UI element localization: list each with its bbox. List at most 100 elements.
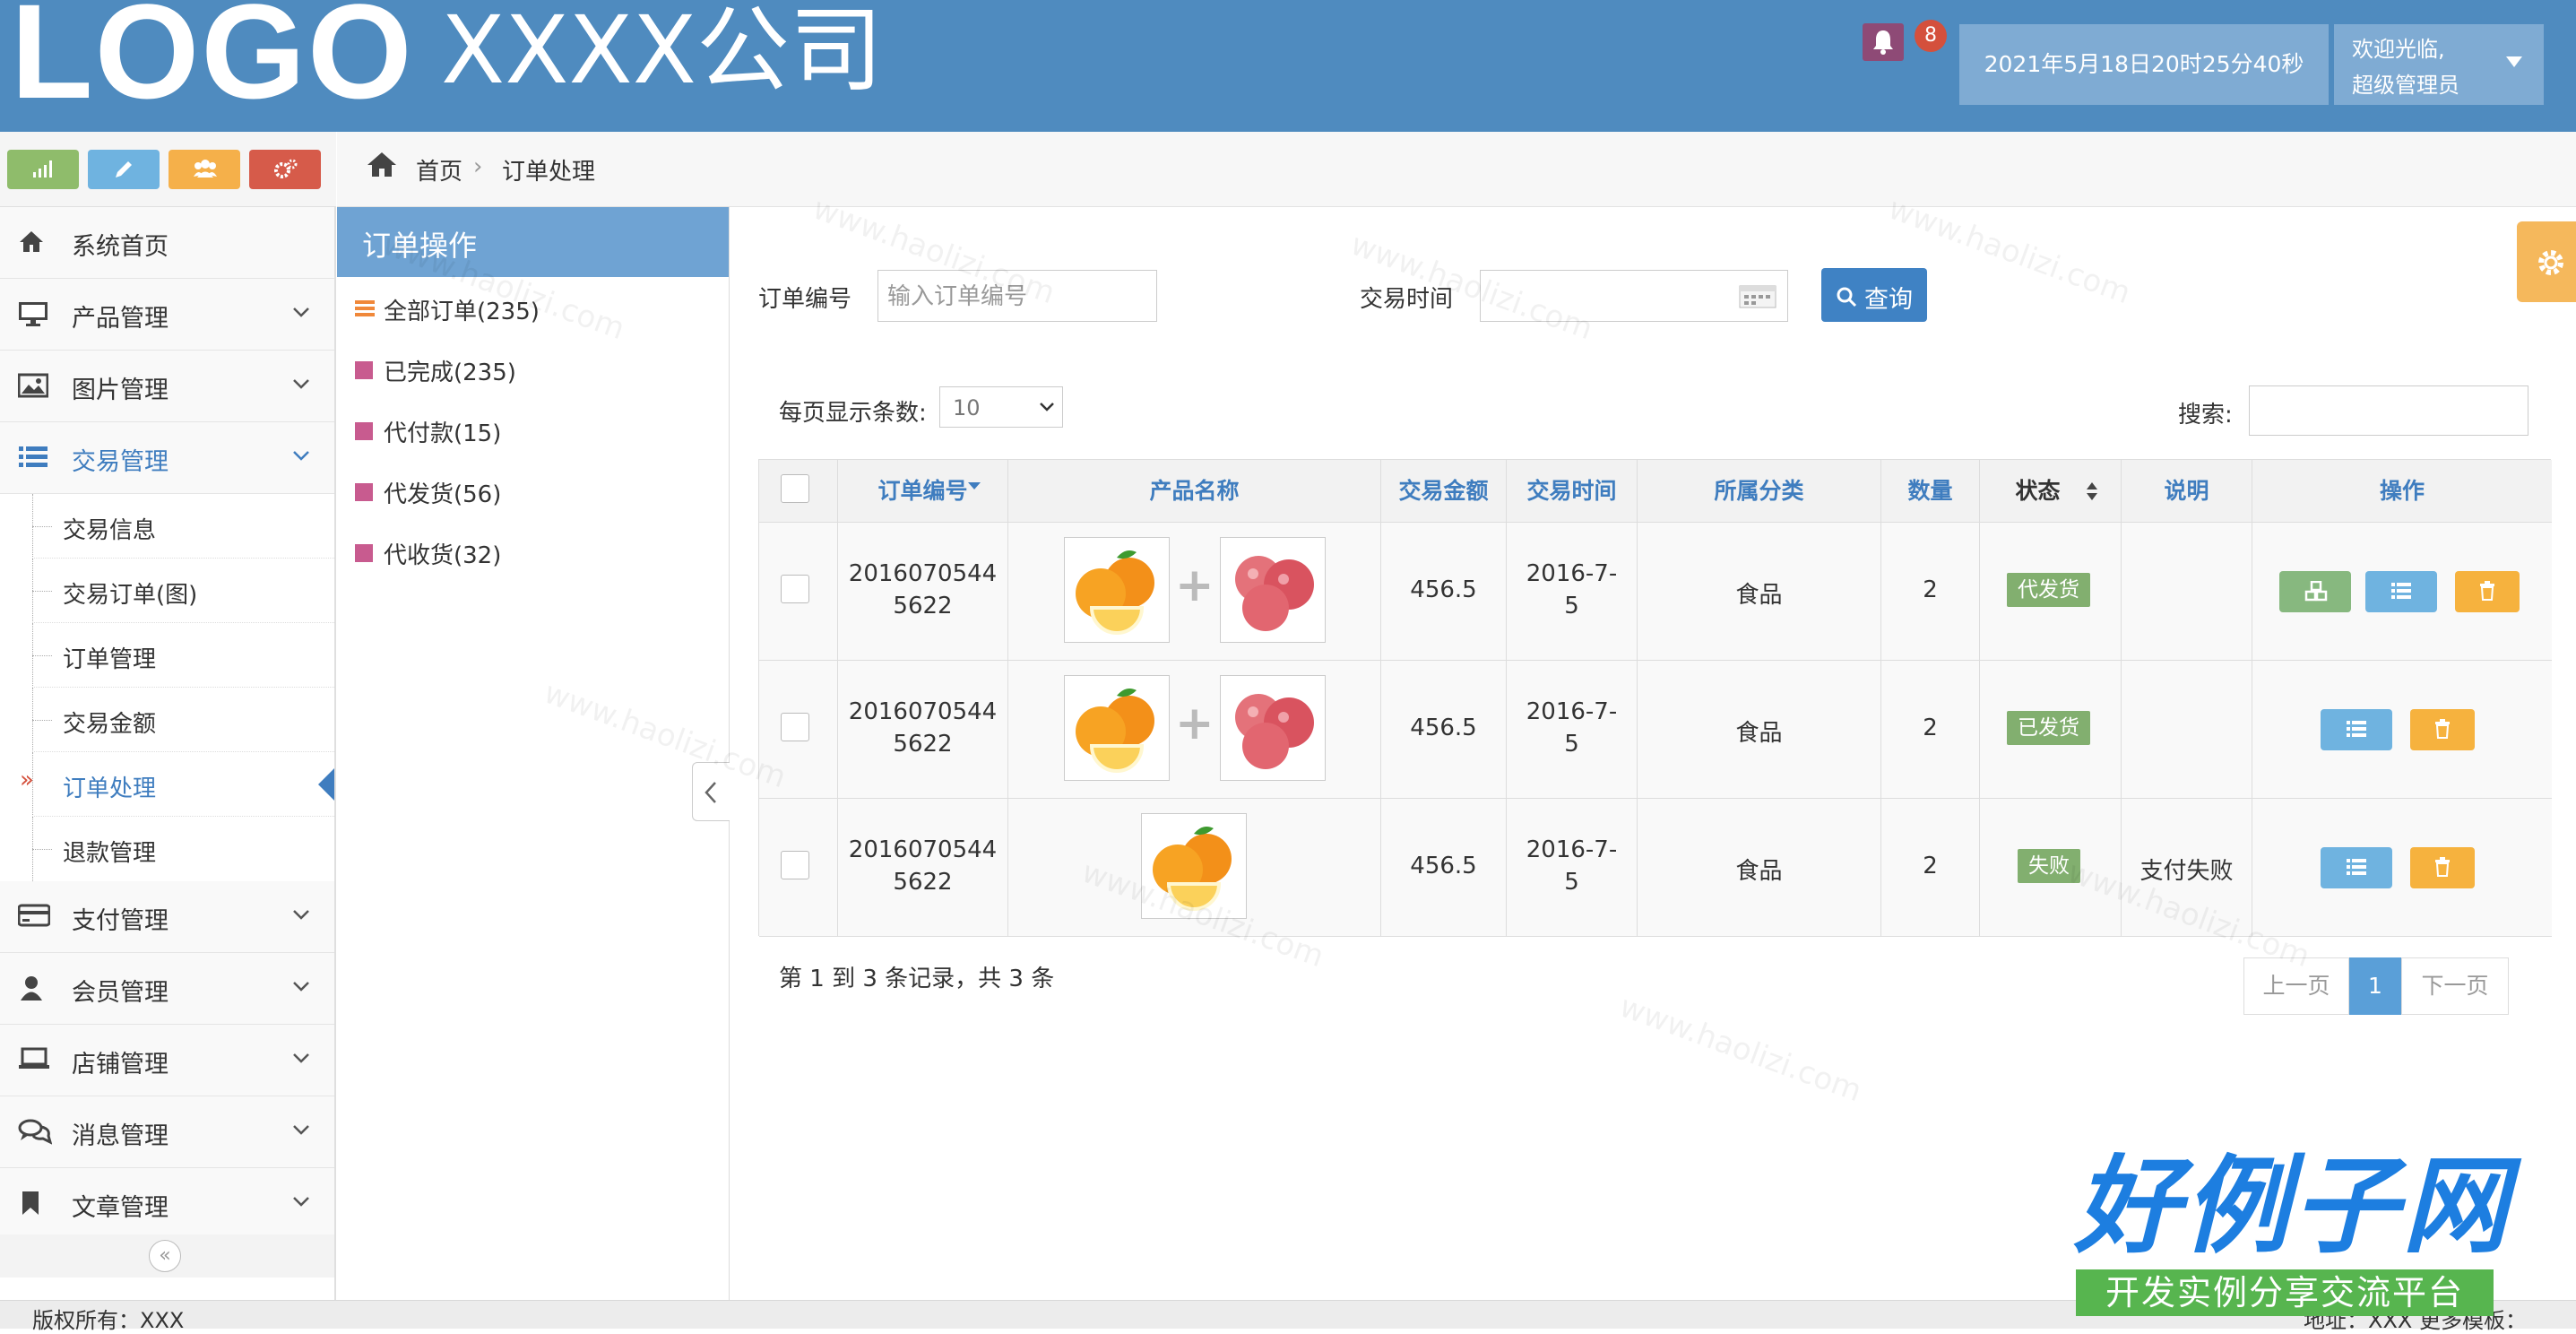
- submenu-item-trade-amount[interactable]: 交易金额: [0, 688, 334, 752]
- quantity-cell: 2: [1923, 715, 1938, 741]
- shortcut-bar: [0, 132, 336, 207]
- order-filter-label: 全部订单(235): [384, 299, 540, 325]
- submenu-item-refund-management[interactable]: 退款管理: [0, 817, 334, 881]
- edit-shortcut-button[interactable]: [88, 150, 160, 189]
- users-shortcut-button[interactable]: [169, 150, 240, 189]
- chevron-down-icon: [293, 1197, 309, 1207]
- square-icon: [355, 544, 373, 562]
- sidebar-item-home[interactable]: 系统首页: [0, 207, 334, 279]
- time-cell: 2016-7- 5: [1507, 523, 1638, 661]
- breadcrumb-home-link[interactable]: 首页: [416, 153, 462, 186]
- submenu-item-label: 交易信息: [63, 517, 157, 544]
- sidebar-item-stores[interactable]: 店铺管理: [0, 1025, 334, 1096]
- column-header-status[interactable]: 状态: [1980, 460, 2122, 523]
- details-button[interactable]: [2365, 571, 2437, 612]
- row-checkbox[interactable]: [781, 713, 809, 741]
- order-number-input[interactable]: 输入订单编号: [877, 270, 1157, 322]
- details-button[interactable]: [2321, 709, 2392, 750]
- panel-collapse-button[interactable]: [692, 762, 730, 821]
- time-line2: 5: [1564, 869, 1579, 896]
- column-label: 交易时间: [1526, 478, 1617, 504]
- calendar-icon[interactable]: [1739, 285, 1776, 308]
- laptop-icon: [19, 1047, 49, 1069]
- sidebar-collapse-button[interactable]: «: [149, 1240, 181, 1272]
- apple-product-image[interactable]: [1220, 537, 1326, 643]
- row-checkbox[interactable]: [781, 851, 809, 879]
- column-label: 产品名称: [1149, 478, 1240, 504]
- time-line1: 2016-7-: [1526, 560, 1618, 587]
- sidebar-item-label: 图片管理: [72, 377, 169, 404]
- per-page-select[interactable]: 10: [939, 386, 1063, 428]
- chevron-down-icon: [293, 308, 309, 317]
- users-icon: [194, 160, 217, 178]
- orange-product-image[interactable]: [1064, 675, 1170, 781]
- sidebar-item-payment[interactable]: 支付管理: [0, 881, 334, 953]
- sidebar-item-articles[interactable]: 文章管理: [0, 1168, 334, 1240]
- cogs-icon: [274, 159, 298, 178]
- quantity-cell: 2: [1923, 576, 1938, 603]
- column-label: 说明: [2164, 478, 2209, 504]
- column-label: 所属分类: [1714, 478, 1804, 504]
- prev-page-button[interactable]: 上一页: [2243, 957, 2349, 1015]
- breadcrumb-current: 订单处理: [502, 159, 596, 186]
- submenu-item-label: 交易金额: [63, 711, 157, 738]
- credit-card-icon: [18, 904, 50, 927]
- submenu-item-label: 订单处理: [63, 775, 157, 802]
- settings-shortcut-button[interactable]: [249, 150, 321, 189]
- status-badge: 失败: [2018, 849, 2080, 883]
- apple-product-image[interactable]: [1220, 675, 1326, 781]
- orange-icon: [1153, 827, 1232, 911]
- next-page-button[interactable]: 下一页: [2401, 957, 2509, 1015]
- query-button-label: 查询: [1864, 286, 1913, 314]
- delete-button[interactable]: [2410, 709, 2475, 750]
- trash-icon: [2435, 719, 2450, 739]
- welcome-text: 欢迎光临,: [2352, 37, 2445, 62]
- details-button[interactable]: [2321, 847, 2392, 888]
- search-input[interactable]: [2249, 385, 2528, 436]
- stats-shortcut-button[interactable]: [7, 150, 79, 189]
- delete-button[interactable]: [2455, 571, 2520, 612]
- status-badge: 已发货: [2007, 711, 2090, 745]
- sort-icon: [2087, 482, 2097, 500]
- bookmark-icon: [22, 1191, 39, 1215]
- order-no-line1: 2016070544: [848, 698, 998, 725]
- trade-time-input[interactable]: [1480, 270, 1788, 322]
- row-checkbox[interactable]: [781, 575, 809, 603]
- monitor-icon: [19, 302, 48, 326]
- chevron-down-icon: [293, 451, 309, 461]
- notification-button[interactable]: [1863, 23, 1904, 61]
- user-menu[interactable]: 欢迎光临, 超级管理员: [2334, 24, 2544, 105]
- sidebar-item-messages[interactable]: 消息管理: [0, 1096, 334, 1168]
- submenu-item-order-management[interactable]: 订单管理: [0, 623, 334, 688]
- column-label: 操作: [2379, 478, 2425, 504]
- submenu-item-label: 退款管理: [63, 840, 157, 867]
- chevron-down-icon: [293, 379, 309, 389]
- sidebar-item-label: 文章管理: [72, 1194, 169, 1222]
- chevron-down-icon: [1040, 403, 1054, 411]
- submenu-item-trade-info[interactable]: 交易信息: [0, 494, 334, 559]
- sidebar-item-products[interactable]: 产品管理: [0, 279, 334, 351]
- column-header-order-no[interactable]: 订单编号: [838, 460, 1008, 523]
- delete-button[interactable]: [2410, 847, 2475, 888]
- orange-product-image[interactable]: [1064, 537, 1170, 643]
- quantity-cell: 2: [1923, 853, 1938, 879]
- select-all-checkbox[interactable]: [781, 474, 809, 503]
- note-cell: 支付失败: [2139, 858, 2234, 885]
- sidebar-item-members[interactable]: 会员管理: [0, 953, 334, 1025]
- ship-button[interactable]: [2279, 571, 2351, 612]
- query-button[interactable]: 查询: [1821, 268, 1927, 322]
- record-summary: 第 1 到 3 条记录，共 3 条: [779, 966, 1055, 992]
- sidebar-item-pictures[interactable]: 图片管理: [0, 351, 334, 422]
- orange-product-image[interactable]: [1141, 813, 1247, 919]
- per-page-value: 10: [953, 395, 981, 420]
- sidebar-item-trade[interactable]: 交易管理: [0, 422, 334, 494]
- orders-table: 订单编号 产品名称 交易金额 交易时间 所属分类 数量 状态 说明 操作 201…: [758, 459, 2552, 937]
- page-1-button[interactable]: 1: [2349, 957, 2401, 1015]
- breadcrumb-separator: ›: [473, 153, 483, 180]
- submenu-item-order-processing[interactable]: » 订单处理: [0, 752, 334, 817]
- home-icon[interactable]: [366, 150, 398, 178]
- actions-cell: [2252, 661, 2552, 799]
- submenu-item-trade-orders-chart[interactable]: 交易订单(图): [0, 559, 334, 623]
- plus-icon: +: [1175, 559, 1215, 612]
- settings-tab[interactable]: [2517, 221, 2576, 302]
